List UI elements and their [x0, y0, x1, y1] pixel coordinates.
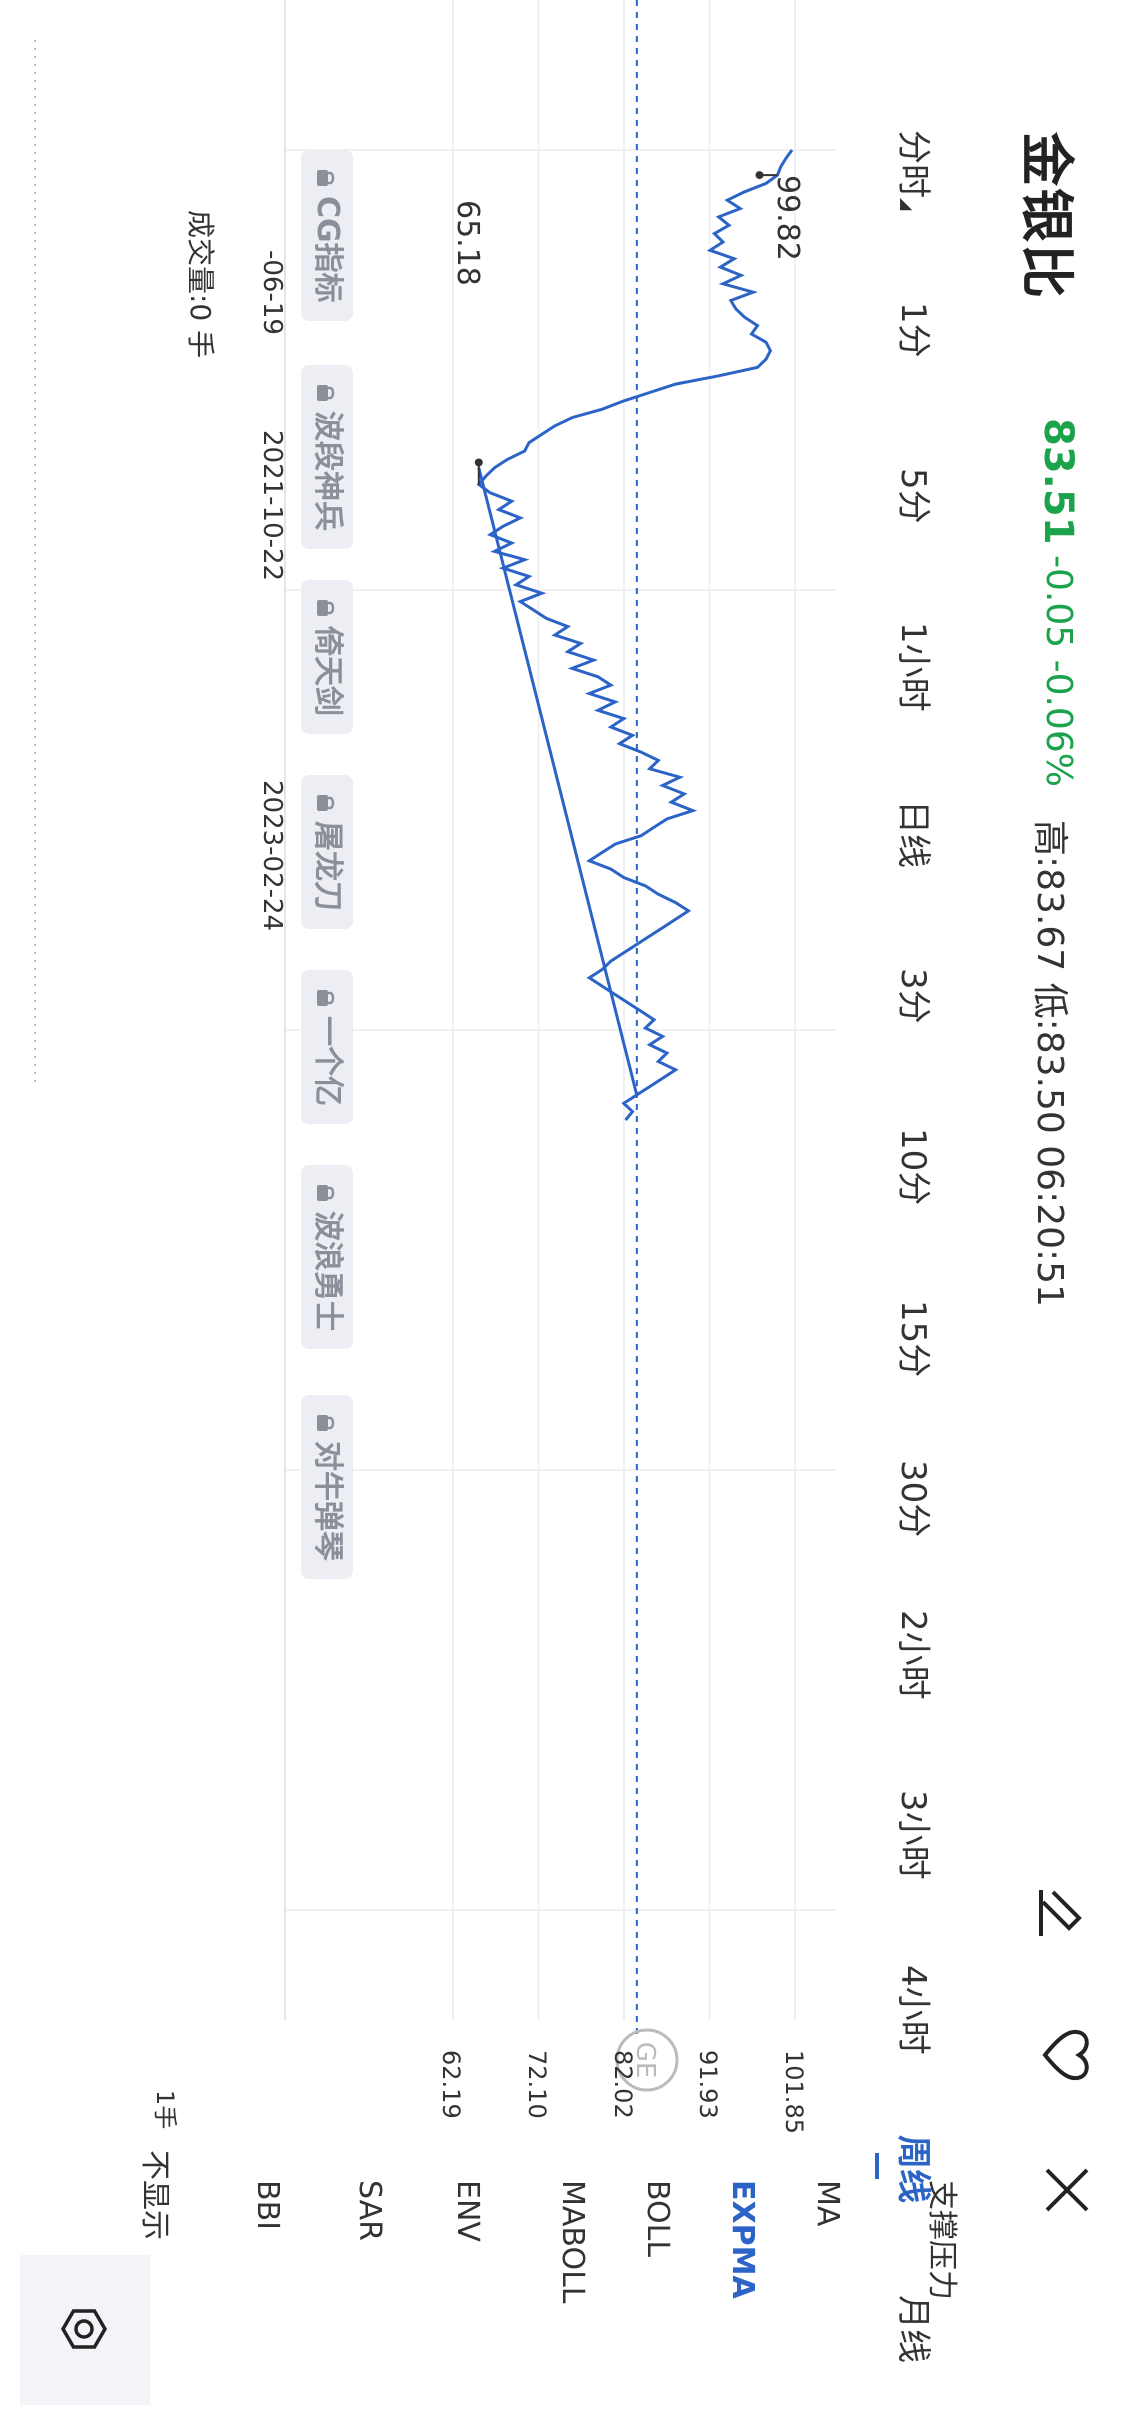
y-tick-label: 101.85 [780, 2050, 808, 2134]
indicator-chip-duiniu[interactable]: 对牛弹琴 [301, 1395, 353, 1579]
panel-item-hide[interactable]: 不显示 [136, 2150, 180, 2240]
lock-icon [317, 1413, 352, 1433]
lock-icon [317, 988, 352, 1008]
lock-icon [317, 168, 352, 188]
lock-icon [317, 1183, 352, 1203]
panel-item-ma[interactable]: MA [810, 2180, 845, 2226]
indicator-chip-cg[interactable]: CG指标 [301, 150, 353, 321]
settings-button[interactable] [20, 2255, 150, 2405]
close-icon[interactable] [1037, 2160, 1097, 2220]
indicator-chip-bolang[interactable]: 波浪勇士 [301, 1165, 353, 1349]
indicator-panel: 支撑压力 MA EXPMA BOLL MABOLL ENV SAR BBI 不显… [0, 2130, 1015, 2430]
app-view: 金银比 83.51 -0.05 -0.06% 高:83.67 低:83.50 0… [0, 0, 1125, 2436]
chart-grid [285, 0, 835, 2020]
support-trendline [477, 467, 639, 1096]
settings-icon [60, 2305, 108, 2353]
x-tick-label: 2021-10-22 [257, 430, 287, 582]
panel-item-bbi[interactable]: BBI [250, 2180, 285, 2230]
y-tick-label: 62.19 [437, 2050, 465, 2119]
x-tick-label: -06-19 [257, 250, 287, 335]
indicator-chip-yigeyi[interactable]: 一个亿 [301, 970, 353, 1124]
y-tick-label: 72.10 [523, 2050, 551, 2119]
panel-item-expma[interactable]: EXPMA [725, 2180, 760, 2299]
volume-axis-label: 1手 [151, 2090, 179, 2130]
lock-icon [317, 598, 352, 618]
lock-icon [317, 793, 352, 813]
panel-item-env[interactable]: ENV [450, 2180, 485, 2242]
panel-header: 支撑压力 [924, 2180, 959, 2300]
indicator-chip-yitian[interactable]: 倚天剑 [301, 580, 353, 734]
y-tick-label: 82.02 [609, 2050, 637, 2119]
panel-item-boll[interactable]: BOLL [640, 2180, 675, 2257]
indicator-chip-tulong[interactable]: 屠龙刀 [301, 775, 353, 929]
min-value-label: 65.18 [450, 200, 485, 286]
lock-icon [317, 383, 352, 403]
volume-label: 成交量:0 手 [184, 210, 217, 359]
price-chart: GE [34, 0, 835, 2092]
panel-item-sar[interactable]: SAR [352, 2180, 387, 2241]
x-tick-label: 2023-02-24 [257, 780, 287, 932]
price-series-line [476, 149, 794, 1121]
panel-item-maboll[interactable]: MABOLL [555, 2180, 590, 2304]
indicator-chip-boduan[interactable]: 波段神兵 [301, 365, 353, 549]
y-tick-label: 91.93 [694, 2050, 722, 2119]
max-value-label: 99.82 [770, 175, 805, 261]
